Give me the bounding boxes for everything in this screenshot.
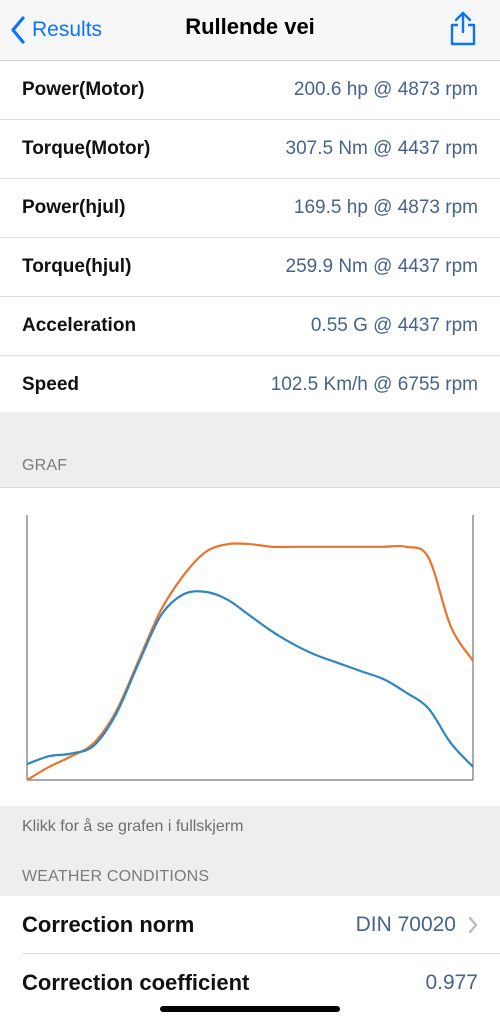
result-label: Torque(hjul) bbox=[22, 256, 132, 277]
chevron-right-icon bbox=[468, 916, 478, 934]
correction-coefficient-label: Correction coefficient bbox=[22, 970, 250, 995]
result-row-power-motor: Power(Motor) 200.6 hp @ 4873 rpm bbox=[0, 61, 500, 120]
torque-curve-line bbox=[26, 590, 474, 768]
chevron-left-icon bbox=[11, 16, 25, 44]
result-row-power-wheel: Power(hjul) 169.5 hp @ 4873 rpm bbox=[0, 179, 500, 238]
result-label: Power(hjul) bbox=[22, 197, 126, 218]
correction-coefficient-row: Correction coefficient 0.977 bbox=[0, 954, 500, 1012]
share-icon bbox=[450, 11, 476, 46]
result-row-speed: Speed 102.5 Km/h @ 6755 rpm bbox=[0, 356, 500, 414]
result-value: 102.5 Km/h @ 6755 rpm bbox=[270, 374, 478, 395]
result-value: 259.9 Nm @ 4437 rpm bbox=[285, 256, 479, 277]
graph-section-title: GRAF bbox=[22, 457, 68, 474]
result-label: Speed bbox=[22, 374, 80, 395]
correction-coefficient-value: 0.977 bbox=[425, 971, 478, 994]
result-value: 0.55 G @ 4437 rpm bbox=[310, 315, 478, 336]
correction-norm-value: DIN 70020 bbox=[355, 913, 456, 936]
result-value: 307.5 Nm @ 4437 rpm bbox=[285, 138, 479, 159]
correction-norm-label: Correction norm bbox=[22, 912, 195, 937]
graph-section-header: GRAF bbox=[0, 412, 500, 487]
graph-canvas bbox=[26, 515, 474, 781]
results-list: Power(Motor) 200.6 hp @ 4873 rpm Torque(… bbox=[0, 61, 500, 414]
result-row-torque-motor: Torque(Motor) 307.5 Nm @ 4437 rpm bbox=[0, 120, 500, 179]
back-button-label: Results bbox=[32, 18, 103, 41]
result-value: 200.6 hp @ 4873 rpm bbox=[293, 79, 478, 100]
back-button[interactable]: Results bbox=[10, 12, 102, 48]
correction-norm-row[interactable]: Correction norm DIN 70020 bbox=[0, 896, 500, 954]
power-torque-graph[interactable] bbox=[0, 487, 500, 807]
result-value: 169.5 hp @ 4873 rpm bbox=[293, 197, 478, 218]
home-indicator bbox=[160, 1006, 340, 1012]
result-label: Torque(Motor) bbox=[22, 138, 151, 159]
weather-section-title: WEATHER CONDITIONS bbox=[22, 868, 210, 885]
weather-settings-list: Correction norm DIN 70020 Correction coe… bbox=[0, 896, 500, 1012]
result-label: Acceleration bbox=[22, 315, 137, 336]
result-label: Power(Motor) bbox=[22, 79, 145, 100]
result-row-acceleration: Acceleration 0.55 G @ 4437 rpm bbox=[0, 297, 500, 356]
share-button[interactable] bbox=[448, 10, 478, 51]
result-row-torque-wheel: Torque(hjul) 259.9 Nm @ 4437 rpm bbox=[0, 238, 500, 297]
navigation-bar: Results Rullende vei bbox=[0, 0, 500, 61]
fullscreen-hint: Klikk for å se grafen i fullskjerm bbox=[22, 818, 244, 835]
graph-footer: Klikk for å se grafen i fullskjerm WEATH… bbox=[0, 806, 500, 896]
